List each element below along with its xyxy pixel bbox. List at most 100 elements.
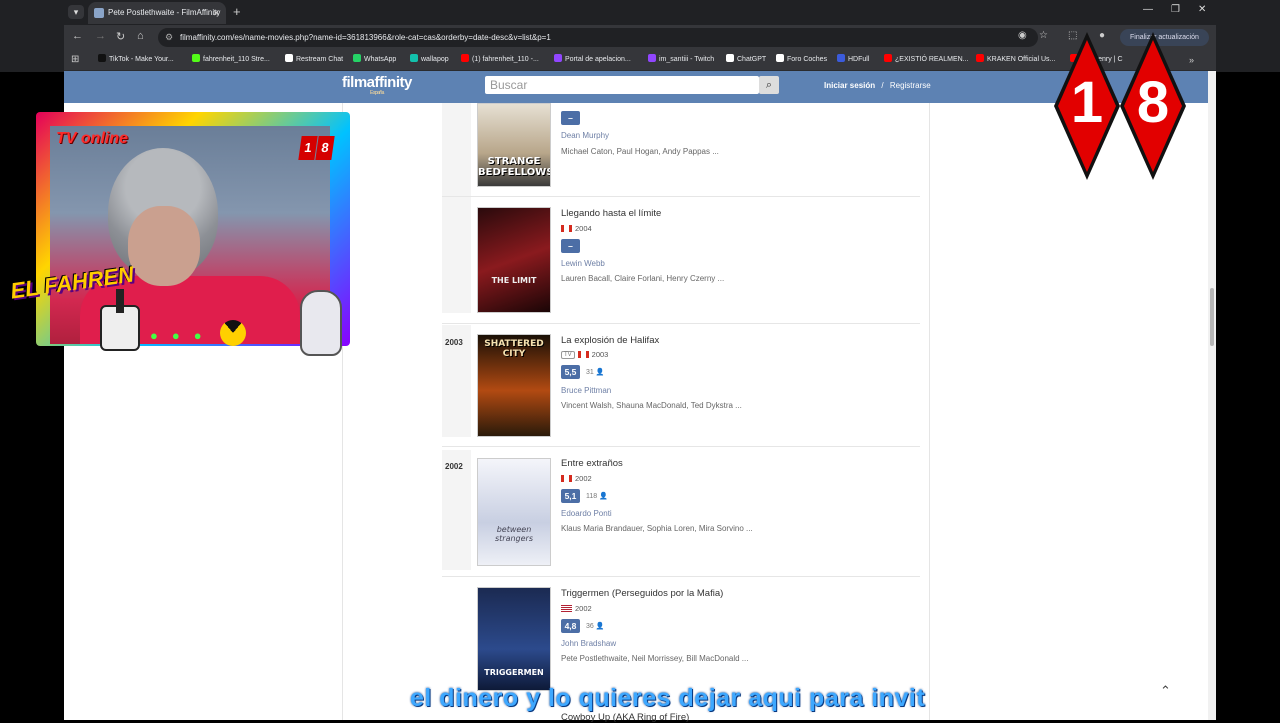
movie-poster[interactable]: STRANGE BEDFELLOWS: [477, 103, 551, 187]
more-bookmarks-icon[interactable]: »: [1189, 49, 1194, 71]
minimize-button[interactable]: —: [1143, 4, 1153, 15]
joystick-icon: [100, 289, 140, 351]
back-icon[interactable]: ←: [72, 30, 83, 42]
bookmark-favicon-icon: [461, 54, 469, 62]
row-divider: [442, 446, 920, 447]
auth-links: Iniciar sesión / Registrarse: [824, 81, 931, 90]
search-input[interactable]: Buscar: [485, 76, 759, 94]
movie-director[interactable]: John Bradshaw: [561, 639, 616, 648]
bookmark-item[interactable]: TikTok - Make Your...: [98, 49, 174, 71]
movie-cast[interactable]: Vincent Walsh, Shauna MacDonald, Ted Dyk…: [561, 401, 742, 410]
bookmark-item[interactable]: Restream Chat: [285, 49, 343, 71]
eye-off-icon[interactable]: ◉: [1018, 30, 1027, 41]
movie-cast[interactable]: Lauren Bacall, Claire Forlani, Henry Cze…: [561, 274, 724, 283]
movie-director[interactable]: Dean Murphy: [561, 131, 609, 140]
new-tab-button[interactable]: +: [233, 4, 241, 19]
tab-favicon-icon: [94, 8, 104, 18]
vote-count: 31 👤: [586, 369, 605, 376]
rating-badge: 5,5: [561, 365, 580, 379]
site-logo-region: España: [370, 90, 384, 96]
movie-director[interactable]: Bruce Pittman: [561, 386, 611, 395]
address-bar[interactable]: ⚙ filmaffinity.com/es/name-movies.php?na…: [158, 28, 1038, 47]
bookmark-item[interactable]: fahrenheit_110 Stre...: [192, 49, 270, 71]
year-column: [442, 103, 471, 313]
vote-count: 118 👤: [586, 493, 608, 500]
bookmark-item[interactable]: WhatsApp: [353, 49, 396, 71]
movie-title[interactable]: Triggermen (Perseguidos por la Mafia): [561, 588, 723, 599]
browser-tab[interactable]: Pete Postlethwaite - FilmAffinity ✕: [88, 2, 226, 24]
movie-cast[interactable]: Michael Caton, Paul Hogan, Andy Pappas .…: [561, 147, 719, 156]
bookmark-favicon-icon: [410, 54, 418, 62]
year-label: 2002: [445, 462, 463, 471]
row-divider: [442, 196, 920, 197]
row-divider: [442, 576, 920, 577]
bookmark-favicon-icon: [192, 54, 200, 62]
back-to-top-icon[interactable]: ⌃: [1160, 683, 1171, 699]
age-digit: 8: [1136, 70, 1170, 135]
forward-icon[interactable]: →: [95, 30, 106, 42]
bookmark-favicon-icon: [976, 54, 984, 62]
bookmark-star-icon[interactable]: ☆: [1039, 30, 1048, 41]
scrollbar-thumb[interactable]: [1210, 288, 1214, 346]
tab-close-icon[interactable]: ✕: [212, 2, 220, 24]
site-info-icon[interactable]: ⚙: [165, 28, 173, 47]
movie-director[interactable]: Lewin Webb: [561, 259, 605, 268]
bookmark-favicon-icon: [884, 54, 892, 62]
home-icon[interactable]: ⌂: [137, 30, 144, 42]
movie-year: 2002: [561, 474, 592, 483]
bookmark-favicon-icon: [554, 54, 562, 62]
browser-toolbar: ← → ↻ ⌂ ⚙ filmaffinity.com/es/name-movie…: [64, 25, 1216, 49]
movie-poster[interactable]: between strangers: [477, 458, 551, 566]
movie-title[interactable]: Entre extraños: [561, 458, 623, 469]
tv-badge: TV: [561, 351, 575, 359]
canada-flag-icon: [577, 351, 589, 358]
site-logo[interactable]: filmaffinity España: [342, 74, 412, 96]
bookmark-item[interactable]: KRAKEN Official Us...: [976, 49, 1055, 71]
bookmark-item[interactable]: (1) fahrenheit_110 -...: [461, 49, 539, 71]
bookmark-item[interactable]: HDFull: [837, 49, 869, 71]
user-icon: 👤: [595, 623, 605, 630]
astronaut-icon: [300, 290, 342, 356]
vote-count: 36 👤: [586, 623, 605, 630]
movie-title[interactable]: La explosión de Halifax: [561, 335, 659, 346]
login-link[interactable]: Iniciar sesión: [824, 81, 875, 90]
user-icon: 👤: [599, 493, 608, 500]
bookmark-favicon-icon: [285, 54, 293, 62]
movie-poster[interactable]: THE LIMIT: [477, 207, 551, 313]
bookmark-item[interactable]: ChatGPT: [726, 49, 766, 71]
cam-age-badge: 8: [315, 136, 335, 160]
bookmark-item[interactable]: ¿EXISTIÓ REALMEN...: [884, 49, 969, 71]
bookmark-favicon-icon: [648, 54, 656, 62]
apps-grid-icon[interactable]: ⊞: [71, 49, 79, 71]
rating-badge: –: [561, 239, 580, 253]
user-icon: 👤: [595, 369, 605, 376]
usa-flag-icon: [561, 605, 572, 612]
bookmark-item[interactable]: Portal de apelacion...: [554, 49, 631, 71]
pacman-dots-icon: ●●●: [150, 328, 216, 343]
bookmark-item[interactable]: wallapop: [410, 49, 449, 71]
movie-cast[interactable]: Pete Postlethwaite, Neil Morrissey, Bill…: [561, 654, 748, 663]
register-link[interactable]: Registrarse: [890, 81, 931, 90]
pacman-icon: [220, 320, 246, 346]
movie-year: 2004: [561, 224, 592, 233]
movie-title[interactable]: Cowboy Up (AKA Ring of Fire): [561, 712, 689, 723]
bookmark-item[interactable]: Foro Coches: [776, 49, 827, 71]
movie-cast[interactable]: Klaus Maria Brandauer, Sophia Loren, Mir…: [561, 524, 753, 533]
webcam-feed: [50, 126, 330, 344]
movie-title[interactable]: Llegando hasta el límite: [561, 208, 661, 219]
url-text: filmaffinity.com/es/name-movies.php?name…: [180, 33, 551, 42]
bookmark-favicon-icon: [726, 54, 734, 62]
tab-search-button[interactable]: ▾: [68, 5, 84, 19]
movie-year: 2002: [561, 604, 592, 613]
maximize-button[interactable]: ❐: [1171, 4, 1180, 15]
close-window-button[interactable]: ✕: [1198, 4, 1206, 15]
movie-poster[interactable]: SHATTERED CITY: [477, 334, 551, 437]
webcam-face: [128, 206, 200, 286]
bookmark-item[interactable]: im_santiii - Twitch: [648, 49, 714, 71]
movie-director[interactable]: Edoardo Ponti: [561, 509, 612, 518]
scrollbar-track[interactable]: [1208, 71, 1216, 720]
rating-badge: 5,1: [561, 489, 580, 503]
search-icon[interactable]: ⌕: [759, 76, 779, 94]
movie-poster[interactable]: TRIGGERMEN: [477, 587, 551, 691]
reload-icon[interactable]: ↻: [116, 30, 125, 43]
